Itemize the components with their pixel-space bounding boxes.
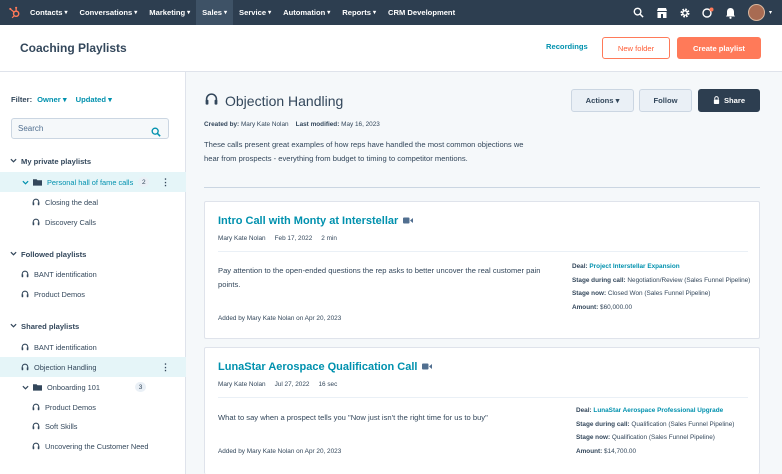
- divider: [204, 187, 760, 188]
- playlist-detail: Objection Handling Actions ▾ Follow Shar…: [187, 72, 782, 474]
- call-title-link[interactable]: Intro Call with Monty at Interstellar: [218, 215, 414, 227]
- chevron-down-icon: [22, 179, 29, 186]
- lock-icon: [713, 95, 720, 106]
- nav-service[interactable]: Service ▾: [233, 0, 277, 25]
- playlist-closing-the-deal[interactable]: Closing the deal: [0, 192, 186, 212]
- headset-icon: [32, 403, 40, 411]
- playlist-discovery-calls[interactable]: Discovery Calls: [0, 212, 186, 232]
- headset-icon: [204, 92, 219, 109]
- hubspot-logo-icon[interactable]: [4, 0, 24, 25]
- more-options-icon[interactable]: ⋮: [161, 362, 170, 373]
- search-icon[interactable]: [633, 7, 645, 19]
- settings-icon[interactable]: [679, 7, 691, 19]
- playlist-uncovering-customer-need[interactable]: Uncovering the Customer Need: [0, 436, 186, 456]
- playlist-meta: Created by: Mary Kate Nolan Last modifie…: [204, 121, 380, 128]
- help-icon[interactable]: [702, 7, 714, 19]
- headset-icon: [21, 270, 29, 278]
- nav-conversations[interactable]: Conversations ▾: [74, 0, 144, 25]
- call-added-by: Added by Mary Kate Nolan on Apr 20, 2023: [218, 448, 342, 455]
- user-avatar[interactable]: [747, 4, 765, 21]
- headset-icon: [32, 198, 40, 206]
- filter-label: Filter:: [11, 95, 33, 104]
- deal-properties: Deal: LunaStar Aerospace Professional Up…: [576, 407, 735, 455]
- more-options-icon[interactable]: ⋮: [161, 177, 170, 188]
- playlist-bant-identification-shared[interactable]: BANT identification: [0, 337, 186, 357]
- playlist-sidebar: Filter: Owner ▾ Updated ▾ Search My priv…: [0, 72, 186, 474]
- call-card: Intro Call with Monty at Interstellar Ma…: [204, 201, 760, 339]
- video-icon: [422, 361, 433, 373]
- playlist-count-badge: 2: [138, 177, 150, 187]
- search-icon[interactable]: [151, 124, 161, 142]
- nav-reports[interactable]: Reports ▾: [336, 0, 382, 25]
- actions-dropdown[interactable]: Actions ▾: [571, 89, 634, 112]
- playlist-count-badge: 3: [135, 382, 147, 392]
- playlist-soft-skills[interactable]: Soft Skills: [0, 416, 186, 436]
- playlist-description: These calls present great examples of ho…: [204, 140, 524, 163]
- playlist-bant-identification-followed[interactable]: BANT identification: [0, 264, 186, 284]
- headset-icon: [32, 218, 40, 226]
- create-playlist-button[interactable]: Create playlist: [677, 37, 761, 59]
- deal-link[interactable]: LunaStar Aerospace Professional Upgrade: [593, 407, 723, 414]
- call-card: LunaStar Aerospace Qualification Call Ma…: [204, 347, 760, 474]
- headset-icon: [32, 422, 40, 430]
- nav-sales[interactable]: Sales ▾: [196, 0, 234, 25]
- folder-onboarding-101[interactable]: Onboarding 101 3: [0, 377, 186, 397]
- deal-properties: Deal: Project Interstellar Expansion Sta…: [572, 263, 751, 311]
- filter-bar: Filter: Owner ▾ Updated ▾: [11, 95, 112, 104]
- call-title-link[interactable]: LunaStar Aerospace Qualification Call: [218, 361, 433, 373]
- nav-marketing[interactable]: Marketing ▾: [143, 0, 196, 25]
- call-meta: Mary Kate Nolan Feb 17, 2022 2 min: [218, 235, 337, 242]
- page-title: Coaching Playlists: [20, 41, 127, 55]
- nav-automation[interactable]: Automation ▾: [277, 0, 336, 25]
- chevron-down-icon: [10, 322, 17, 331]
- recordings-link[interactable]: Recordings: [546, 42, 588, 51]
- headset-icon: [21, 290, 29, 298]
- section-my-private-playlists[interactable]: My private playlists: [10, 157, 91, 166]
- folder-icon: [33, 178, 42, 186]
- deal-link[interactable]: Project Interstellar Expansion: [589, 263, 679, 270]
- owner-filter-dropdown[interactable]: Owner ▾: [37, 95, 67, 104]
- divider: [218, 397, 748, 398]
- call-meta: Mary Kate Nolan Jul 27, 2022 16 sec: [218, 381, 338, 388]
- nav-crm-development[interactable]: CRM Development: [382, 0, 461, 25]
- updated-filter-dropdown[interactable]: Updated ▾: [76, 95, 112, 104]
- call-added-by: Added by Mary Kate Nolan on Apr 20, 2023: [218, 315, 342, 322]
- chevron-down-icon: [10, 157, 17, 166]
- follow-button[interactable]: Follow: [639, 89, 692, 112]
- section-followed-playlists[interactable]: Followed playlists: [10, 250, 86, 259]
- search-input[interactable]: Search: [11, 118, 169, 139]
- playlist-title: Objection Handling: [204, 92, 343, 109]
- share-button[interactable]: Share: [698, 89, 760, 112]
- headset-icon: [21, 343, 29, 351]
- new-folder-button[interactable]: New folder: [602, 37, 670, 59]
- top-navigation: Contacts ▾ Conversations ▾ Marketing ▾ Sale…: [0, 0, 782, 25]
- marketplace-icon[interactable]: [656, 7, 668, 19]
- chevron-down-icon: [10, 250, 17, 259]
- playlist-product-demos-onboarding[interactable]: Product Demos: [0, 397, 186, 417]
- headset-icon: [32, 442, 40, 450]
- call-note: Pay attention to the open-ended question…: [218, 266, 541, 289]
- divider: [218, 251, 748, 252]
- call-note: What to say when a prospect tells you "N…: [218, 413, 488, 422]
- chevron-down-icon: [22, 384, 29, 391]
- section-shared-playlists[interactable]: Shared playlists: [10, 322, 79, 331]
- video-icon: [403, 215, 414, 227]
- chevron-down-icon[interactable]: ▾: [769, 9, 772, 16]
- playlist-objection-handling[interactable]: Objection Handling ⋮: [0, 357, 186, 377]
- playlist-product-demos-followed[interactable]: Product Demos: [0, 284, 186, 304]
- folder-personal-hall-of-fame[interactable]: Personal hall of fame calls 2 ⋮: [0, 172, 186, 192]
- notifications-icon[interactable]: [725, 7, 737, 19]
- search-placeholder: Search: [18, 124, 44, 133]
- folder-icon: [33, 383, 42, 391]
- nav-contacts[interactable]: Contacts ▾: [24, 0, 74, 25]
- page-header: Coaching Playlists Recordings New folder…: [0, 25, 782, 72]
- headset-icon: [21, 363, 29, 371]
